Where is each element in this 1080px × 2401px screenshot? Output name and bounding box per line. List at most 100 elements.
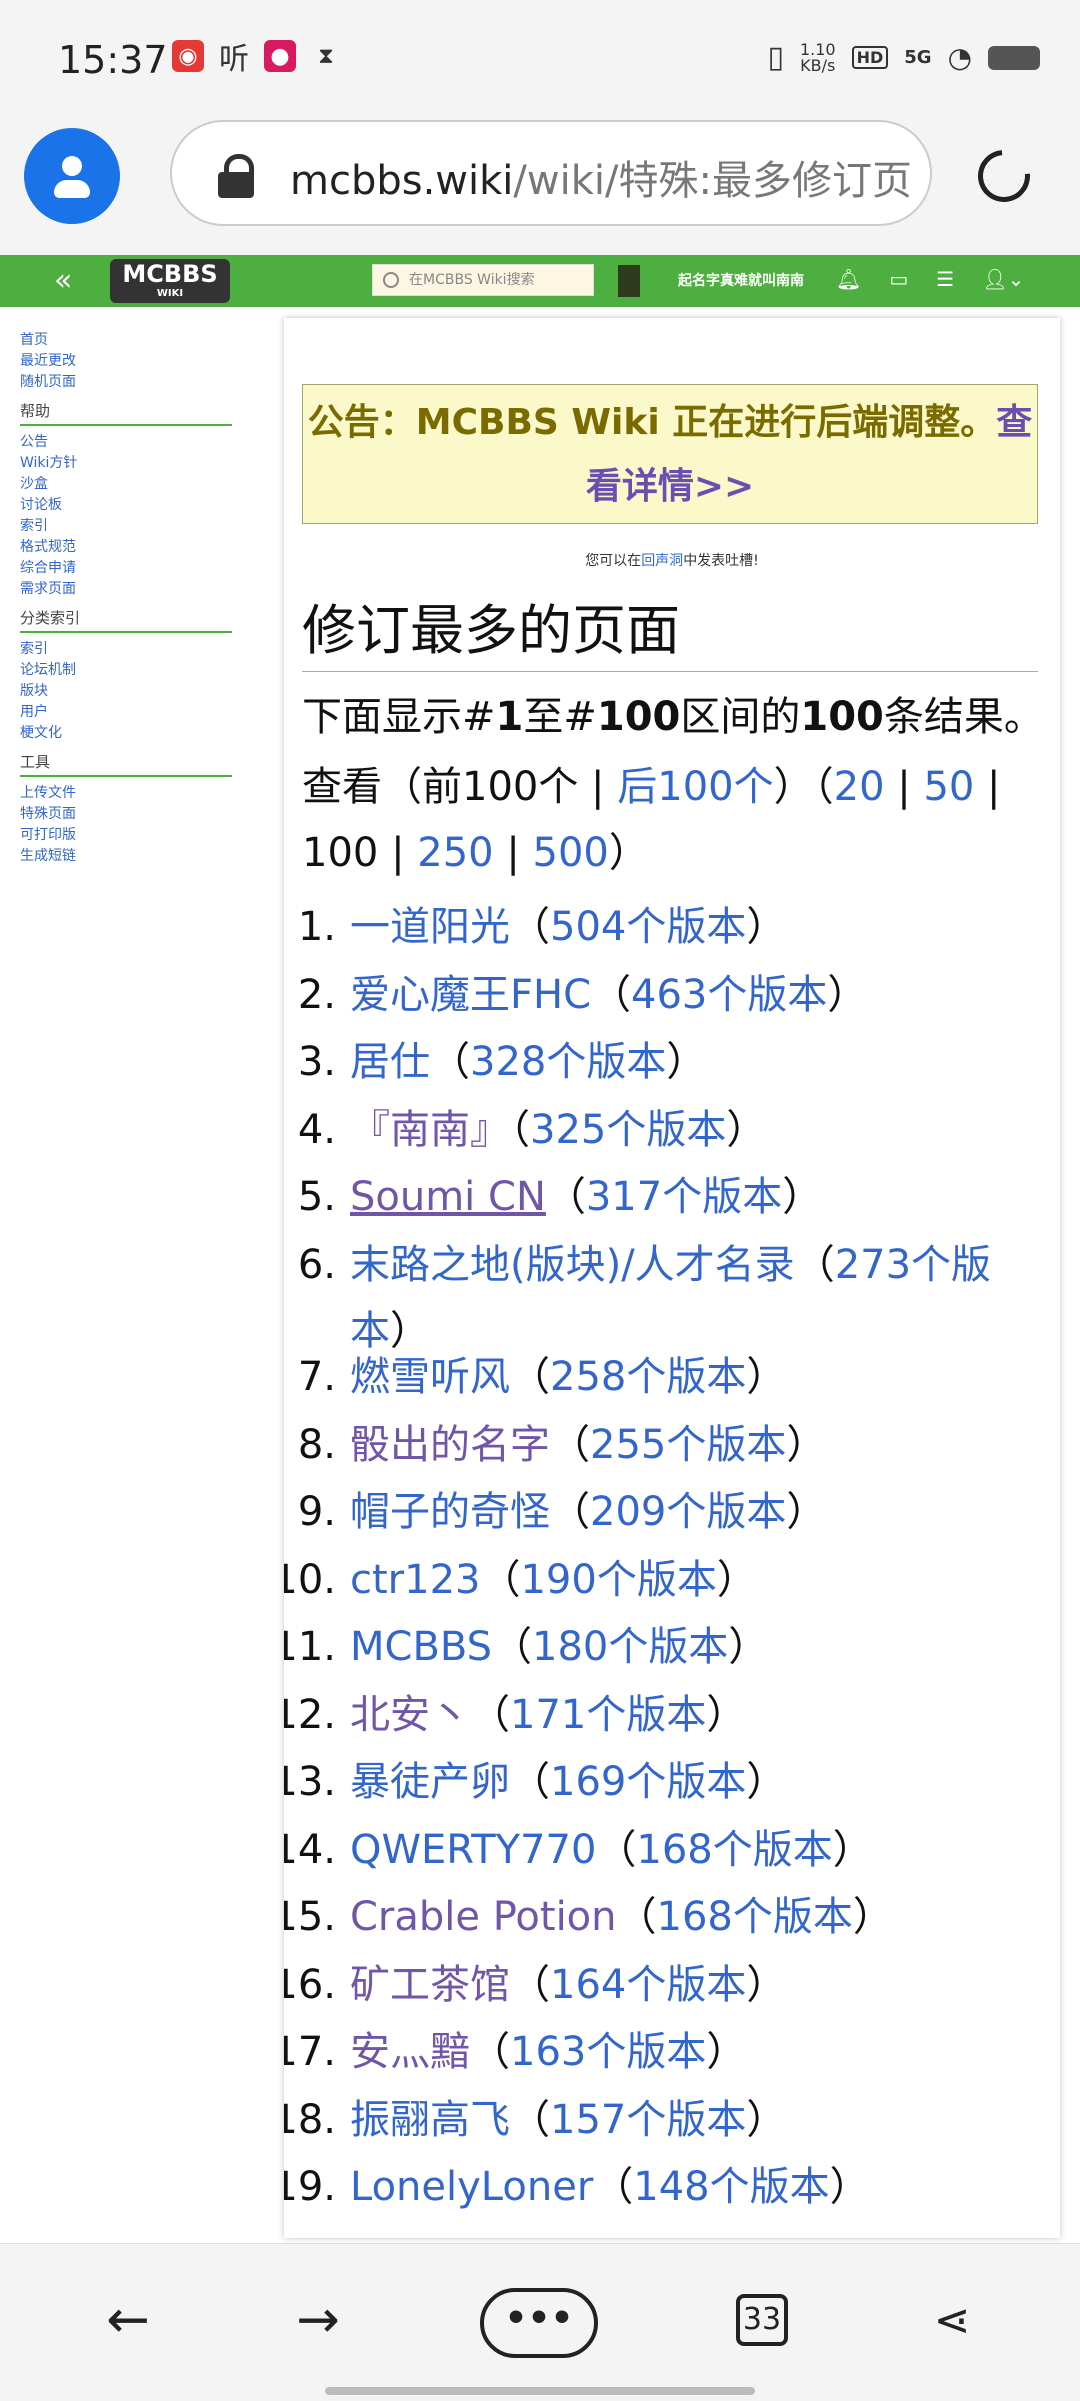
page-link[interactable]: 一道阳光: [350, 904, 510, 950]
sidebar-link[interactable]: 首页: [20, 330, 232, 351]
history-link[interactable]: 169个版本: [550, 1759, 746, 1805]
limit-250-link[interactable]: 250: [417, 830, 493, 876]
page-link[interactable]: 北安丶: [350, 1692, 470, 1738]
page-link[interactable]: 爱心魔王FHC: [350, 972, 591, 1018]
tab-switcher-button[interactable]: 33: [736, 2294, 788, 2346]
back-arrow-icon[interactable]: ←: [96, 2288, 160, 2352]
history-link[interactable]: 180个版本: [532, 1624, 728, 1670]
username-link[interactable]: 起名字真难就叫南南: [678, 270, 804, 290]
page-link[interactable]: 居仕: [350, 1039, 430, 1085]
page-link[interactable]: 『南南』: [350, 1107, 510, 1153]
result-count: 100: [800, 694, 884, 740]
sidebar-link[interactable]: 索引: [20, 639, 232, 660]
page-link[interactable]: LonelyLoner: [350, 2164, 593, 2210]
page-link[interactable]: QWERTY770: [350, 1827, 596, 1873]
page-link[interactable]: 安灬黯: [350, 2029, 470, 2075]
watchlist-icon[interactable]: ☰: [936, 267, 954, 291]
paren: （: [510, 1354, 550, 1400]
history-link[interactable]: 168个版本: [657, 1894, 853, 1940]
page-link[interactable]: 骰出的名字: [350, 1422, 550, 1468]
history-link[interactable]: 163个版本: [510, 2029, 706, 2075]
history-link[interactable]: 328个版本: [470, 1039, 666, 1085]
tip-suffix: 中发表吐槽!: [683, 553, 759, 569]
limit-500-link[interactable]: 500: [533, 830, 609, 876]
sidebar-link[interactable]: 沙盒: [20, 474, 232, 495]
sep: |: [884, 764, 924, 810]
user-menu-icon[interactable]: 👤︎⌄: [982, 267, 1024, 291]
paren: （: [470, 2029, 510, 2075]
sidebar-link[interactable]: 公告: [20, 432, 232, 453]
list-item-rank: 19.: [284, 2164, 336, 2210]
list-item-rank: 12.: [284, 1692, 336, 1738]
history-link[interactable]: 168个版本: [636, 1827, 832, 1873]
share-icon[interactable]: ⋖: [920, 2288, 984, 2352]
browser-bottom-bar: ← → ••• 33 ⋖: [0, 2243, 1080, 2401]
sidebar-link[interactable]: 梗文化: [20, 723, 232, 744]
paren: ）: [666, 1039, 707, 1085]
page-link[interactable]: 暴徒产卵: [350, 1759, 510, 1805]
url-field[interactable]: mcbbs.wiki/wiki/特殊:最多修订页面: [170, 120, 932, 226]
wiki-logo[interactable]: MCBBS WIKI: [110, 259, 230, 303]
sidebar-link[interactable]: 综合申请: [20, 558, 232, 579]
sidebar-link[interactable]: 用户: [20, 702, 232, 723]
sidebar-link[interactable]: 生成短链: [20, 846, 232, 867]
page-link[interactable]: Crable Potion: [350, 1894, 617, 1940]
signal-5g-icon: 5G: [904, 47, 932, 68]
paren: （: [510, 2097, 550, 2143]
result-part: 条结果。: [883, 694, 1044, 740]
collapse-sidebar-icon[interactable]: «: [54, 263, 72, 298]
wiki-search-input[interactable]: 在MCBBS Wiki搜索: [372, 264, 594, 296]
list-item-rank: 1.: [297, 904, 336, 950]
main-content: 公告：MCBBS Wiki 正在进行后端调整。查看详情>> 您可以在回声洞中发表…: [284, 318, 1060, 2238]
tip-link[interactable]: 回声洞: [641, 553, 683, 569]
account-avatar-icon[interactable]: [24, 128, 120, 224]
history-link[interactable]: 164个版本: [550, 1962, 746, 2008]
sidebar-link[interactable]: 讨论板: [20, 495, 232, 516]
limit-50-link[interactable]: 50: [923, 764, 974, 810]
more-menu-icon[interactable]: •••: [480, 2288, 598, 2358]
home-indicator[interactable]: [325, 2387, 755, 2395]
history-link[interactable]: 255个版本: [590, 1422, 786, 1468]
history-link[interactable]: 317个版本: [586, 1174, 782, 1220]
history-link[interactable]: 504个版本: [550, 904, 746, 950]
inbox-icon[interactable]: ▭: [889, 267, 908, 291]
history-link[interactable]: 258个版本: [550, 1354, 746, 1400]
sidebar-link[interactable]: 可打印版: [20, 825, 232, 846]
page-link[interactable]: MCBBS: [350, 1624, 492, 1670]
sidebar-link[interactable]: 最近更改: [20, 351, 232, 372]
reload-icon[interactable]: [967, 139, 1041, 213]
history-link[interactable]: 190个版本: [520, 1557, 716, 1603]
sidebar-link[interactable]: 上传文件: [20, 783, 232, 804]
page-link[interactable]: 矿工茶馆: [350, 1962, 510, 2008]
sidebar-link[interactable]: 需求页面: [20, 579, 232, 600]
url-text[interactable]: mcbbs.wiki/wiki/特殊:最多修订页面: [290, 148, 910, 206]
page-link[interactable]: Soumi CN: [350, 1174, 546, 1220]
paren: （: [510, 1107, 530, 1153]
history-link[interactable]: 325个版本: [530, 1107, 726, 1153]
sidebar-link[interactable]: 特殊页面: [20, 804, 232, 825]
page-link[interactable]: 振翮高飞: [350, 2097, 510, 2143]
hourglass-icon: ⧗: [318, 43, 334, 69]
bell-icon[interactable]: 🔔︎: [836, 267, 861, 291]
forward-arrow-icon[interactable]: →: [286, 2288, 350, 2352]
history-link[interactable]: 157个版本: [550, 2097, 746, 2143]
sidebar-link[interactable]: 索引: [20, 516, 232, 537]
notification-icons: ◉ 听 ● ⧗: [172, 40, 342, 77]
history-link[interactable]: 463个版本: [631, 972, 827, 1018]
sidebar-link[interactable]: 随机页面: [20, 372, 232, 393]
limit-20-link[interactable]: 20: [834, 764, 885, 810]
sidebar-link[interactable]: 格式规范: [20, 537, 232, 558]
page-link[interactable]: ctr123: [350, 1557, 480, 1603]
page-link[interactable]: 燃雪听风: [350, 1354, 510, 1400]
sidebar-link[interactable]: Wiki方针: [20, 453, 232, 474]
sidebar-link[interactable]: 版块: [20, 681, 232, 702]
wiki-header: « MCBBS WIKI 在MCBBS Wiki搜索 起名字真难就叫南南 🔔︎ ▭…: [0, 255, 1080, 307]
history-link[interactable]: 209个版本: [590, 1489, 786, 1535]
sidebar-link[interactable]: 论坛机制: [20, 660, 232, 681]
page-link[interactable]: 末路之地(版块)/人才名录: [350, 1242, 795, 1288]
page-link[interactable]: 帽子的奇怪: [350, 1489, 550, 1535]
page-title: 修订最多的页面: [302, 586, 1038, 672]
history-link[interactable]: 171个版本: [510, 1692, 706, 1738]
history-link[interactable]: 148个版本: [633, 2164, 829, 2210]
next-100-link[interactable]: 后100个: [617, 764, 773, 810]
